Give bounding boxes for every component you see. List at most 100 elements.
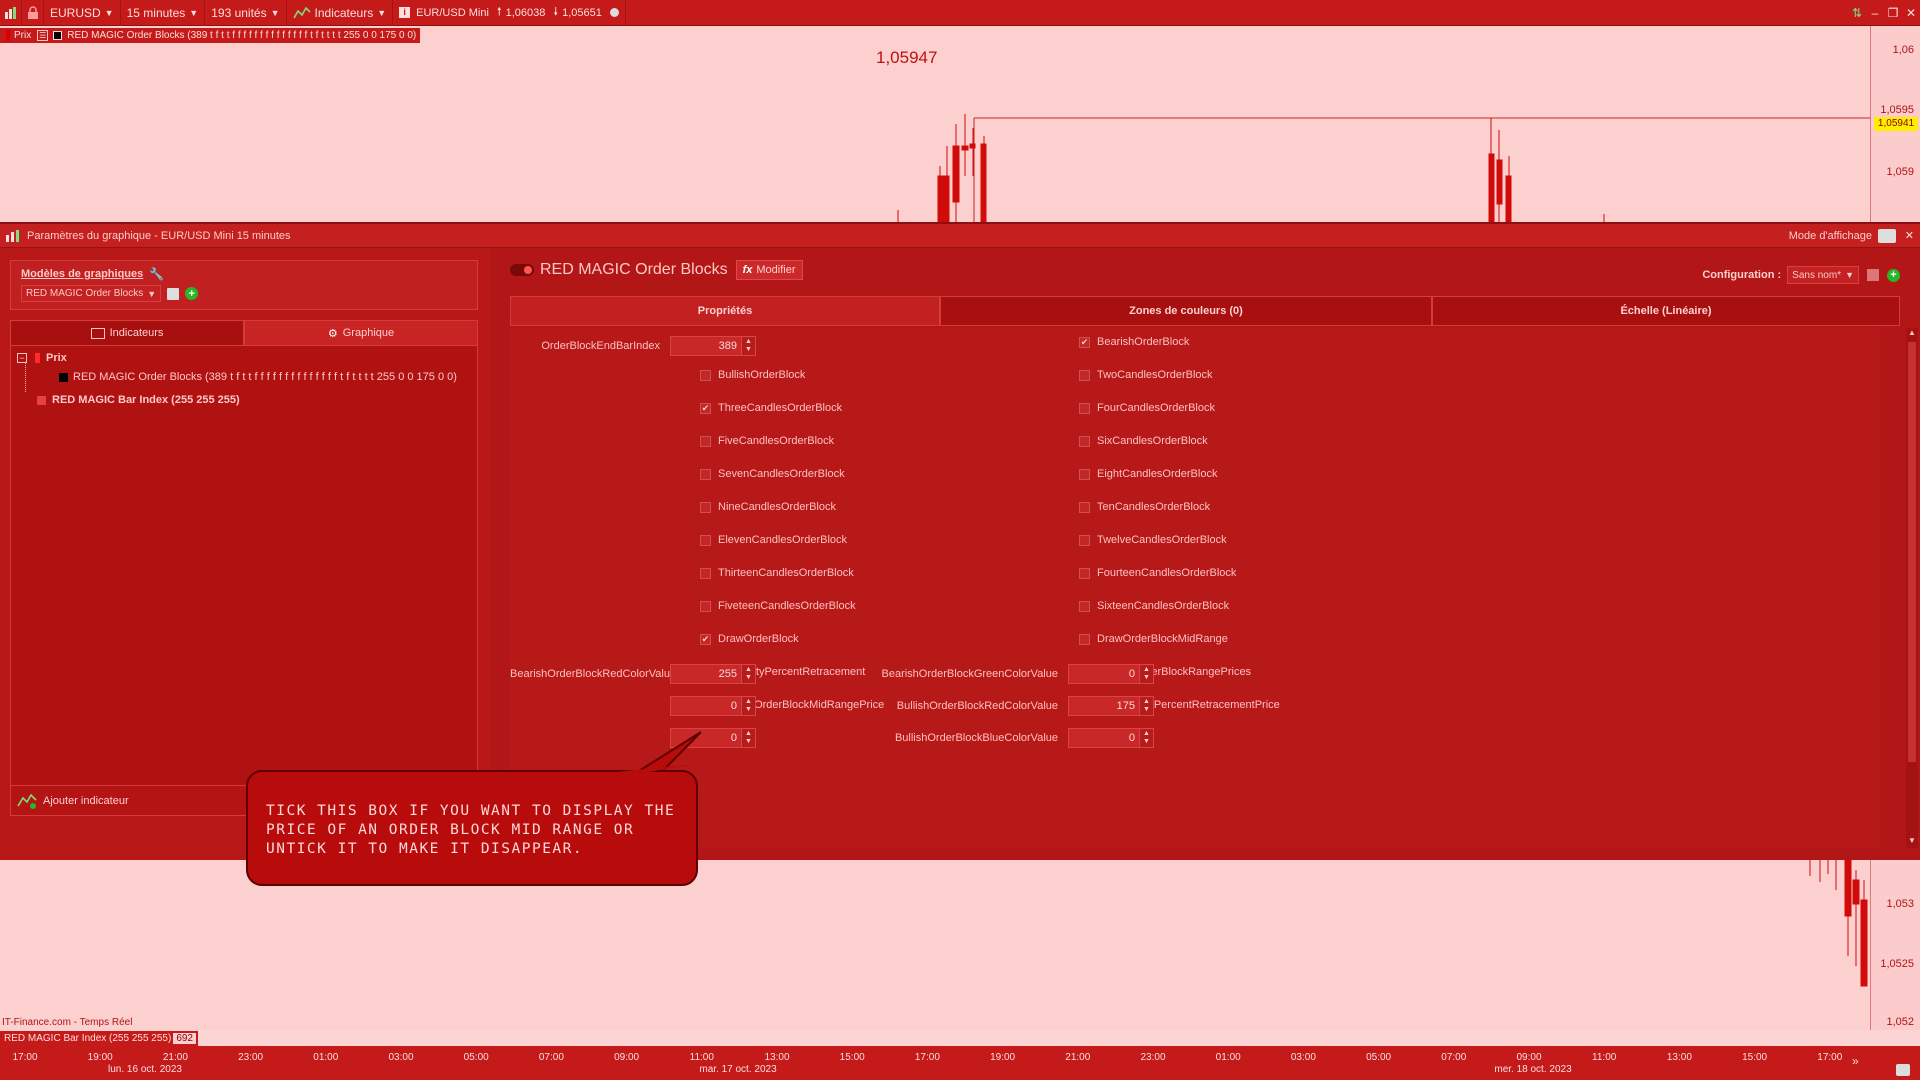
checkbox-row[interactable]: SevenCandlesOrderBlock <box>700 468 845 480</box>
settings-icon[interactable] <box>1896 1064 1910 1076</box>
chart-models-link[interactable]: Modèles de graphiques <box>21 268 143 280</box>
checkbox-unchecked[interactable] <box>1079 468 1090 480</box>
checkbox-row[interactable]: BullishOrderBlock <box>700 369 805 381</box>
checkbox-unchecked[interactable] <box>700 567 711 579</box>
display-mode-label[interactable]: Mode d'affichage <box>1789 230 1872 242</box>
checkbox-unchecked[interactable] <box>1079 402 1090 414</box>
tree-item-order-blocks[interactable]: RED MAGIC Order Blocks (389 t f t t f f … <box>59 371 457 383</box>
checkbox-row[interactable]: ✔ ThreeCandlesOrderBlock <box>700 402 842 414</box>
checkbox-checked[interactable]: ✔ <box>700 633 711 645</box>
stepper-icon[interactable]: ▲ ▼ <box>1140 696 1154 716</box>
list-icon[interactable]: ☰ <box>37 30 49 41</box>
checkbox-row[interactable]: FiveteenCandlesOrderBlock <box>700 600 856 612</box>
scroll-thumb[interactable] <box>1908 342 1916 762</box>
close-icon[interactable]: ✕ <box>1902 0 1920 26</box>
tab-chart[interactable]: ⚙ Graphique <box>244 320 478 346</box>
checkbox-row[interactable]: NineCandlesOrderBlock <box>700 501 836 513</box>
scroll-right-icon[interactable]: » <box>1852 1054 1859 1068</box>
checkbox-row[interactable]: FourteenCandlesOrderBlock <box>1079 567 1236 579</box>
legend-indicator-label: RED MAGIC Order Blocks (389 t f t t f f … <box>67 30 417 41</box>
save-icon[interactable] <box>1867 269 1879 281</box>
checkbox-checked[interactable]: ✔ <box>1079 336 1090 348</box>
checkbox-row[interactable]: TenCandlesOrderBlock <box>1079 501 1210 513</box>
restore-icon[interactable]: ❐ <box>1884 0 1902 26</box>
chart-icon[interactable] <box>0 0 22 26</box>
checkbox-unchecked[interactable] <box>1079 633 1090 645</box>
checkbox-row[interactable]: FiveCandlesOrderBlock <box>700 435 834 447</box>
indicator-toggle[interactable] <box>510 264 534 276</box>
tab-properties[interactable]: Propriétés <box>510 296 940 326</box>
stepper-icon[interactable]: ▲ ▼ <box>1140 728 1154 748</box>
close-icon[interactable]: ✕ <box>1905 229 1914 242</box>
units-select[interactable]: 193 unités ▼ <box>205 0 287 26</box>
chevron-down-icon: ▼ <box>104 7 114 18</box>
checkbox-row[interactable]: TwelveCandlesOrderBlock <box>1079 534 1227 546</box>
end-bar-label: OrderBlockEndBarIndex <box>541 340 660 352</box>
numeric-input[interactable]: 255 <box>670 664 742 684</box>
end-bar-input[interactable]: 389 <box>670 336 742 356</box>
sync-arrows-icon[interactable]: ⇅ <box>1848 0 1866 26</box>
minimize-icon[interactable]: – <box>1866 0 1884 26</box>
checkbox-row[interactable]: DrawOrderBlockMidRange <box>1079 633 1228 645</box>
checkbox-row[interactable]: SixCandlesOrderBlock <box>1079 435 1208 447</box>
checkbox-unchecked[interactable] <box>700 369 711 381</box>
checkbox-row[interactable]: SixteenCandlesOrderBlock <box>1079 600 1229 612</box>
numeric-input[interactable]: 0 <box>670 696 742 716</box>
stepper-icon[interactable]: ▲ ▼ <box>742 728 756 748</box>
checkbox-row[interactable]: ✔ DrawOrderBlock <box>700 633 799 645</box>
checkbox-row[interactable]: ThirteenCandlesOrderBlock <box>700 567 854 579</box>
stepper-icon[interactable]: ▲ ▼ <box>742 696 756 716</box>
checkbox-unchecked[interactable] <box>700 600 711 612</box>
bar-index-indicator[interactable]: RED MAGIC Bar Index (255 255 255) 692 <box>0 1031 198 1046</box>
checkbox-row[interactable]: ElevenCandlesOrderBlock <box>700 534 847 546</box>
tree-item-bar-index[interactable]: RED MAGIC Bar Index (255 255 255) <box>37 394 240 406</box>
stepper-icon[interactable]: ▲ ▼ <box>742 336 756 356</box>
scroll-up-icon[interactable]: ▲ <box>1906 328 1918 340</box>
tab-indicators[interactable]: Indicateurs <box>10 320 244 346</box>
save-icon[interactable] <box>167 287 180 300</box>
checkbox-row[interactable]: EightCandlesOrderBlock <box>1079 468 1217 480</box>
price-color-swatch <box>6 30 10 41</box>
checkbox-unchecked[interactable] <box>1079 435 1090 447</box>
stepper-icon[interactable]: ▲ ▼ <box>742 664 756 684</box>
tab-scale[interactable]: Échelle (Linéaire) <box>1432 296 1900 326</box>
price-axis-bottom[interactable]: 1,053 1,0525 1,052 <box>1870 860 1920 1030</box>
units-label: 193 unités <box>211 5 267 20</box>
checkbox-row[interactable]: FourCandlesOrderBlock <box>1079 402 1215 414</box>
numeric-label: BullishOrderBlockBlueColorValue <box>894 732 1058 744</box>
checkbox-unchecked[interactable] <box>1079 501 1090 513</box>
stepper-icon[interactable]: ▲ ▼ <box>1140 664 1154 684</box>
indicators-menu[interactable]: Indicateurs ▼ <box>287 0 394 26</box>
properties-scrollbar[interactable]: ▲ ▼ <box>1906 328 1918 848</box>
checkbox-unchecked[interactable] <box>700 534 711 546</box>
checkbox-unchecked[interactable] <box>700 435 711 447</box>
checkbox-checked[interactable]: ✔ <box>700 402 711 414</box>
scroll-down-icon[interactable]: ▼ <box>1906 836 1918 848</box>
numeric-input[interactable]: 0 <box>1068 728 1140 748</box>
add-icon[interactable]: + <box>185 287 199 300</box>
time-axis[interactable]: 17:00 19:00 21:00 23:00 01:00 03:00 05:00 07:00… <box>0 1046 1920 1080</box>
checkbox-unchecked[interactable] <box>700 501 711 513</box>
checkbox-unchecked[interactable] <box>1079 369 1090 381</box>
symbol-select[interactable]: EURUSD ▼ <box>44 0 121 26</box>
timeframe-select[interactable]: 15 minutes ▼ <box>121 0 206 26</box>
modify-button[interactable]: fx Modifier <box>735 260 803 280</box>
wrench-icon[interactable]: 🔧 <box>149 267 164 281</box>
config-select[interactable]: Sans nom* ▼ <box>1787 266 1859 284</box>
numeric-input[interactable]: 0 <box>1068 664 1140 684</box>
checkbox-label: DrawOrderBlock <box>718 633 799 645</box>
lock-icon[interactable] <box>22 0 44 26</box>
checkbox-unchecked[interactable] <box>700 468 711 480</box>
checkbox-unchecked[interactable] <box>1079 567 1090 579</box>
model-select[interactable]: RED MAGIC Order Blocks ▼ <box>21 285 162 302</box>
tree-line <box>25 362 26 392</box>
tab-color-zones[interactable]: Zones de couleurs (0) <box>940 296 1432 326</box>
add-icon[interactable]: + <box>1887 268 1900 282</box>
checkbox-unchecked[interactable] <box>1079 600 1090 612</box>
chart-legend[interactable]: Prix ☰ RED MAGIC Order Blocks (389 t f t… <box>0 28 421 43</box>
checkbox-row[interactable]: TwoCandlesOrderBlock <box>1079 369 1213 381</box>
checkbox-row[interactable]: ✔ BearishOrderBlock <box>1079 336 1189 348</box>
numeric-input[interactable]: 175 <box>1068 696 1140 716</box>
checkbox-unchecked[interactable] <box>1079 534 1090 546</box>
display-mode-icon[interactable] <box>1878 228 1896 243</box>
